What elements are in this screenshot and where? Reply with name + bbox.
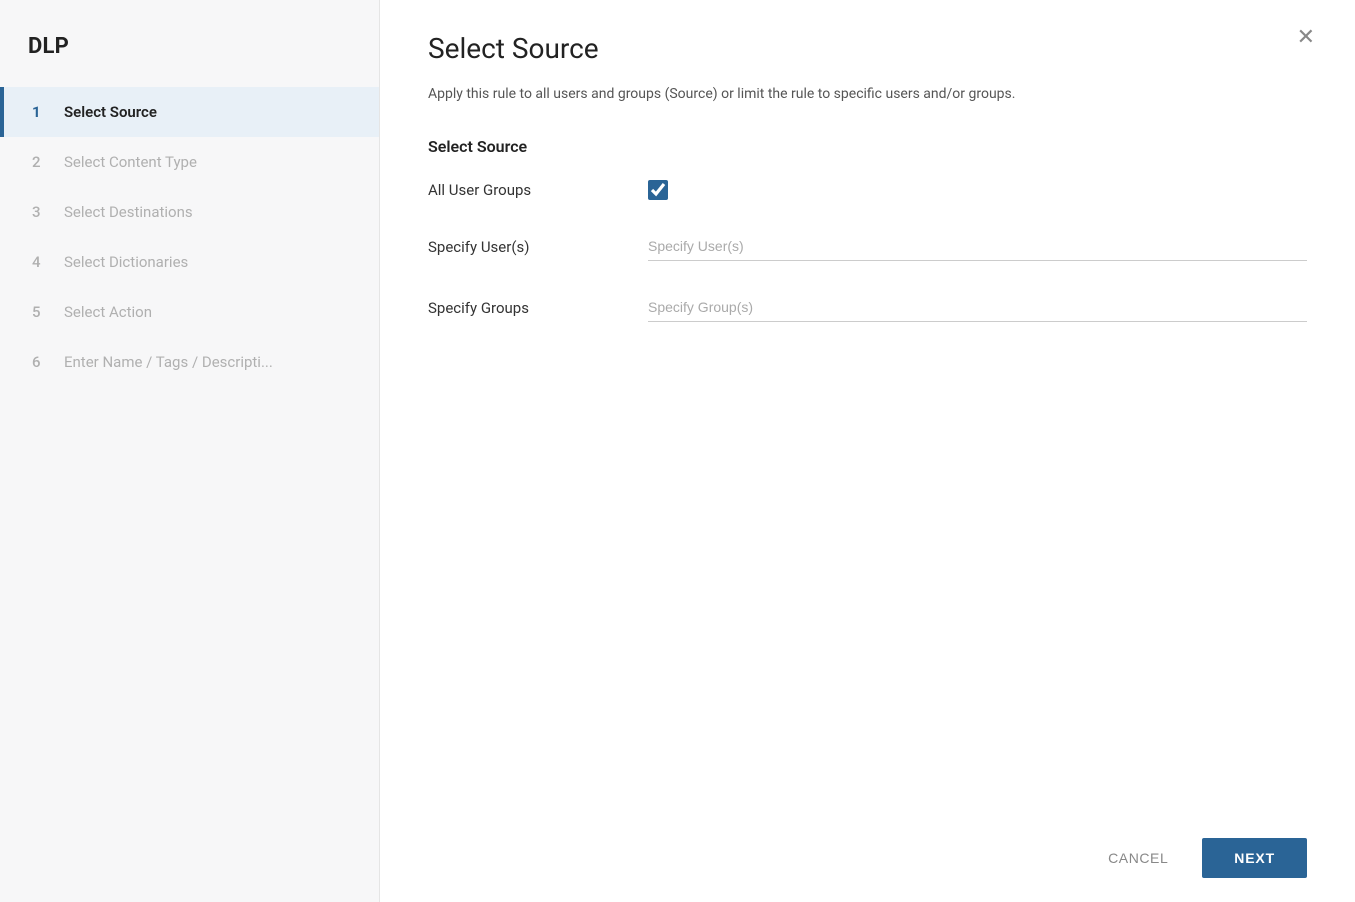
sidebar-item-6[interactable]: 6 Enter Name / Tags / Descripti... — [0, 337, 379, 387]
all-user-groups-checkbox[interactable] — [648, 180, 668, 200]
modal-footer: CANCEL NEXT — [380, 814, 1355, 902]
next-button[interactable]: NEXT — [1202, 838, 1307, 878]
specify-users-control — [648, 232, 1307, 261]
app-title: DLP — [0, 24, 379, 87]
sidebar-item-5-number: 5 — [32, 303, 50, 321]
sidebar-item-4-label: Select Dictionaries — [64, 253, 188, 271]
page-description: Apply this rule to all users and groups … — [428, 83, 1307, 105]
page-title: Select Source — [428, 32, 1307, 65]
all-user-groups-row: All User Groups — [428, 180, 1307, 200]
modal: DLP 1 Select Source 2 Select Content Typ… — [0, 0, 1355, 902]
sidebar-item-1-number: 1 — [32, 103, 50, 121]
sidebar: DLP 1 Select Source 2 Select Content Typ… — [0, 0, 380, 902]
sidebar-item-6-label: Enter Name / Tags / Descripti... — [64, 353, 273, 371]
close-button[interactable]: ✕ — [1289, 22, 1323, 52]
all-user-groups-label: All User Groups — [428, 181, 648, 199]
sidebar-item-5-label: Select Action — [64, 303, 152, 321]
sidebar-item-2-number: 2 — [32, 153, 50, 171]
specify-groups-input[interactable] — [648, 293, 1307, 322]
sidebar-item-5[interactable]: 5 Select Action — [0, 287, 379, 337]
sidebar-item-1[interactable]: 1 Select Source — [0, 87, 379, 137]
all-user-groups-control — [648, 180, 1307, 200]
sidebar-item-3-number: 3 — [32, 203, 50, 221]
specify-groups-control — [648, 293, 1307, 322]
sidebar-item-2[interactable]: 2 Select Content Type — [0, 137, 379, 187]
sidebar-item-4[interactable]: 4 Select Dictionaries — [0, 237, 379, 287]
sidebar-item-6-number: 6 — [32, 353, 50, 371]
sidebar-item-1-label: Select Source — [64, 103, 157, 121]
sidebar-item-3[interactable]: 3 Select Destinations — [0, 187, 379, 237]
section-title: Select Source — [428, 137, 1307, 156]
cancel-button[interactable]: CANCEL — [1090, 840, 1186, 876]
specify-users-label: Specify User(s) — [428, 238, 648, 256]
main-header: Select Source Apply this rule to all use… — [380, 0, 1355, 137]
form-section: Select Source All User Groups Specify Us… — [380, 137, 1355, 814]
sidebar-item-3-label: Select Destinations — [64, 203, 193, 221]
specify-users-row: Specify User(s) — [428, 232, 1307, 261]
specify-groups-row: Specify Groups — [428, 293, 1307, 322]
main-content: ✕ Select Source Apply this rule to all u… — [380, 0, 1355, 902]
specify-groups-label: Specify Groups — [428, 299, 648, 317]
sidebar-item-4-number: 4 — [32, 253, 50, 271]
specify-users-input[interactable] — [648, 232, 1307, 261]
sidebar-item-2-label: Select Content Type — [64, 153, 197, 171]
